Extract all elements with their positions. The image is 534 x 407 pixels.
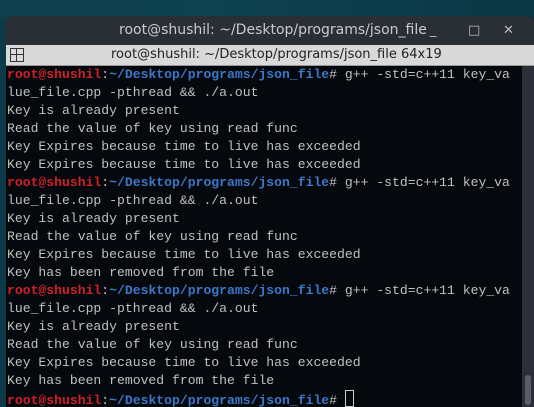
prompt-line: root@shushil:~/Desktop/programs/json_fil…	[7, 174, 526, 192]
prompt-path: ~/Desktop/programs/json_file	[109, 283, 330, 298]
output-line: lue_file.cpp -pthread && ./a.out	[7, 193, 259, 208]
prompt-separator: :	[101, 393, 110, 407]
prompt-user: root@shushil	[7, 175, 102, 190]
prompt-user: root@shushil	[7, 67, 102, 82]
prompt-path: ~/Desktop/programs/json_file	[109, 67, 330, 82]
output-line: Key is already present	[7, 103, 180, 118]
prompt-user: root@shushil	[7, 283, 102, 298]
tab-title[interactable]: root@shushil: ~/Desktop/programs/json_fi…	[111, 45, 442, 65]
title-bar[interactable]: root@shushil: ~/Desktop/programs/json_fi…	[6, 16, 534, 45]
output-line: Key Expires because time to live has exc…	[7, 139, 361, 154]
close-button[interactable]: ✕	[503, 16, 514, 45]
window-title: root@shushil: ~/Desktop/programs/json_fi…	[119, 22, 427, 38]
command-text: g++ -std=c++11 key_va	[344, 175, 510, 190]
output-line: Key Expires because time to live has exc…	[7, 355, 361, 370]
terminal-output[interactable]: root@shushil:~/Desktop/programs/json_fil…	[6, 66, 526, 407]
prompt-line: root@shushil:~/Desktop/programs/json_fil…	[7, 390, 526, 407]
prompt-symbol: #	[329, 283, 345, 298]
prompt-path: ~/Desktop/programs/json_file	[109, 175, 330, 190]
output-line: Read the value of key using read func	[7, 121, 298, 136]
tab-bar: root@shushil: ~/Desktop/programs/json_fi…	[6, 45, 534, 66]
output-line: Key Expires because time to live has exc…	[7, 247, 361, 262]
prompt-separator: :	[101, 175, 110, 190]
output-line: Key is already present	[7, 211, 180, 226]
output-line: lue_file.cpp -pthread && ./a.out	[7, 301, 259, 316]
output-line: Read the value of key using read func	[7, 337, 298, 352]
output-line: Read the value of key using read func	[7, 229, 298, 244]
prompt-symbol: #	[329, 67, 345, 82]
prompt-path: ~/Desktop/programs/json_file	[109, 393, 330, 407]
command-text: g++ -std=c++11 key_va	[344, 283, 510, 298]
prompt-line: root@shushil:~/Desktop/programs/json_fil…	[7, 66, 526, 84]
minimize-button[interactable]: _	[430, 16, 437, 45]
scrollbar-thumb[interactable]	[525, 375, 531, 405]
output-line: Key Expires because time to live has exc…	[7, 157, 361, 172]
output-line: Key has been removed from the file	[7, 265, 275, 280]
command-text: g++ -std=c++11 key_va	[344, 67, 510, 82]
split-view-icon[interactable]	[10, 48, 24, 62]
prompt-symbol: #	[329, 175, 345, 190]
maximize-button[interactable]: □	[468, 16, 480, 45]
prompt-symbol: #	[329, 393, 345, 407]
prompt-line: root@shushil:~/Desktop/programs/json_fil…	[7, 282, 526, 300]
cursor	[344, 390, 354, 407]
prompt-separator: :	[101, 67, 110, 82]
scrollbar[interactable]	[522, 66, 534, 407]
output-line: Key is already present	[7, 319, 180, 334]
output-line: Key has been removed from the file	[7, 373, 275, 388]
terminal-window: root@shushil: ~/Desktop/programs/json_fi…	[6, 16, 534, 407]
prompt-separator: :	[101, 283, 110, 298]
prompt-user: root@shushil	[7, 393, 102, 407]
output-line: lue_file.cpp -pthread && ./a.out	[7, 85, 259, 100]
